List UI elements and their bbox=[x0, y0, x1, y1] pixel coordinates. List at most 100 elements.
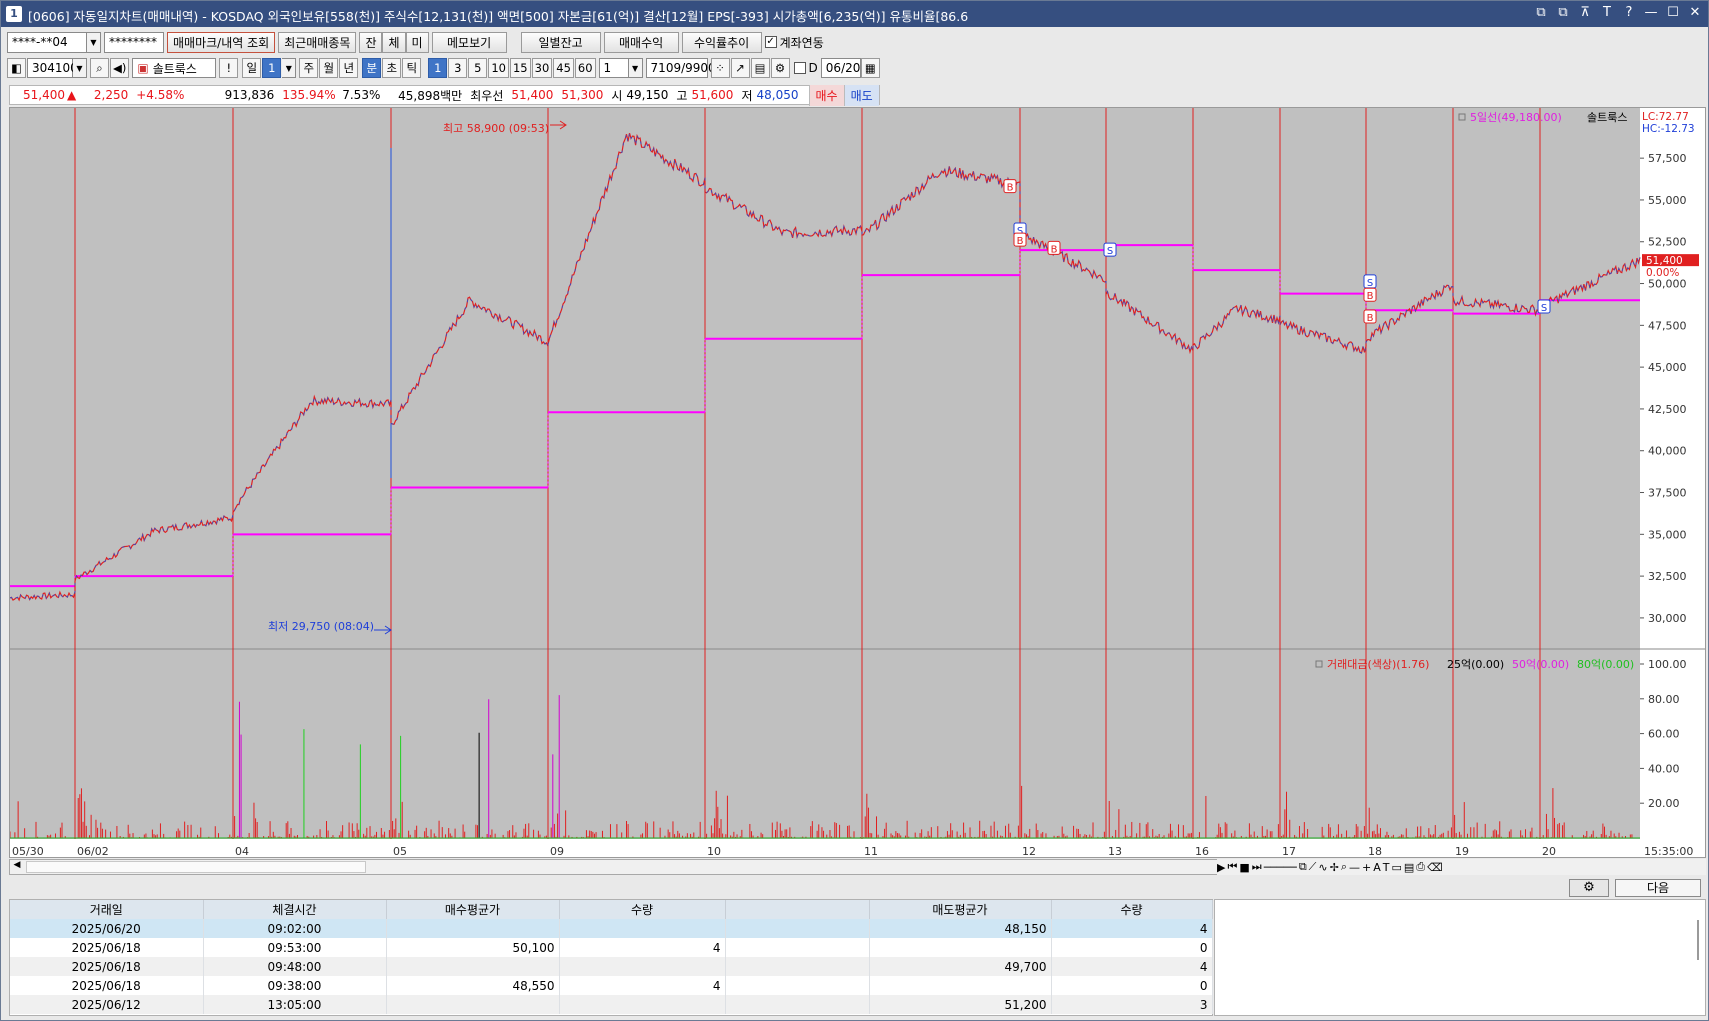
font-icon[interactable]: T bbox=[1600, 5, 1614, 20]
settings-button[interactable]: ⚙ bbox=[1569, 879, 1609, 897]
period-day-button[interactable]: 일 bbox=[242, 58, 262, 78]
checkbox-icon[interactable]: ✓ bbox=[764, 36, 777, 48]
close-icon[interactable]: ✕ bbox=[1688, 5, 1702, 20]
zoom-in-icon[interactable]: + bbox=[1362, 861, 1371, 874]
minute-3-button[interactable]: 3 bbox=[448, 58, 468, 78]
alert-button[interactable]: ! bbox=[219, 58, 239, 78]
table-row[interactable]: 2025/06/12 13:05:00 51,200 3 bbox=[10, 995, 1213, 1014]
maximize-icon[interactable]: ☐ bbox=[1666, 5, 1680, 20]
filled-button[interactable]: 체 bbox=[382, 31, 406, 53]
rewind-icon[interactable]: ⏮ bbox=[1227, 860, 1237, 874]
recent-trades-button[interactable]: 최근매매종목 bbox=[278, 31, 357, 53]
pin-icon[interactable]: ⊼ bbox=[1578, 5, 1592, 20]
box-tool-icon[interactable]: ▭ bbox=[1391, 861, 1401, 874]
save-icon[interactable]: ▤ bbox=[750, 58, 770, 78]
minute-1-button[interactable]: 1 bbox=[428, 58, 448, 78]
date-checkbox[interactable] bbox=[793, 62, 806, 74]
minute-45-button[interactable]: 45 bbox=[553, 58, 574, 78]
trade-profit-button[interactable]: 매매수익 bbox=[603, 31, 679, 53]
interval-input[interactable]: 1 bbox=[598, 58, 629, 78]
vertical-scrollbar[interactable] bbox=[1697, 920, 1699, 960]
table-row[interactable]: 2025/06/18 09:48:00 49,700 4 bbox=[10, 957, 1213, 976]
panel-icon[interactable]: ◧ bbox=[7, 58, 26, 78]
buy-button[interactable]: 매수 bbox=[808, 84, 844, 106]
layout-tool-icon[interactable]: ▤ bbox=[1404, 861, 1414, 874]
fast-forward-icon[interactable]: ⏭ bbox=[1252, 860, 1262, 874]
minute-60-button[interactable]: 60 bbox=[574, 58, 596, 78]
interval-dropdown-icon[interactable]: ▼ bbox=[628, 58, 643, 78]
line-tool-icon[interactable]: ───── bbox=[1264, 861, 1297, 874]
column-header[interactable] bbox=[725, 900, 870, 919]
table-row[interactable]: 2025/06/20 09:02:00 48,150 4 bbox=[10, 919, 1213, 938]
date-input[interactable]: 06/20 bbox=[820, 58, 861, 78]
scroll-left-icon[interactable]: ◀ bbox=[10, 860, 24, 874]
trade-marks-button[interactable]: 매매마크/내역 조회 bbox=[167, 31, 276, 53]
day-count-dropdown-icon[interactable]: ▼ bbox=[282, 58, 297, 78]
column-header[interactable]: 수량 bbox=[559, 900, 726, 919]
trend-tool-icon[interactable]: ⟋ bbox=[1309, 860, 1317, 874]
period-tick-button[interactable]: 틱 bbox=[402, 58, 422, 78]
memo-button[interactable]: 메모보기 bbox=[431, 31, 507, 53]
window-tile-icon[interactable]: ⧉ bbox=[1534, 5, 1548, 20]
day-count-input[interactable]: 1 bbox=[262, 58, 282, 78]
minute-5-button[interactable]: 5 bbox=[468, 58, 488, 78]
minute-15-button[interactable]: 15 bbox=[509, 58, 531, 78]
period-month-button[interactable]: 월 bbox=[319, 58, 339, 78]
column-header[interactable]: 거래일 bbox=[10, 900, 204, 919]
zoom-out-icon[interactable]: — bbox=[1349, 861, 1360, 874]
balance-button[interactable]: 잔 bbox=[359, 31, 383, 53]
daily-balance-button[interactable]: 일별잔고 bbox=[520, 31, 601, 53]
password-input[interactable]: ******** bbox=[104, 31, 164, 53]
scroll-right-icon[interactable]: ▶ bbox=[1217, 861, 1225, 874]
period-minute-button[interactable]: 분 bbox=[362, 58, 382, 78]
gear-icon[interactable]: ⚙ bbox=[770, 58, 790, 78]
price-chart[interactable]: 57,500 55,000 52,500 50,000 47,500 45,000 42,5… bbox=[10, 108, 1706, 858]
text-tool-icon[interactable]: A bbox=[1373, 861, 1381, 874]
table-row[interactable]: 2025/06/18 09:38:00 48,550 4 0 bbox=[10, 976, 1213, 995]
chart-area[interactable]: 57,500 55,000 52,500 50,000 47,500 45,000 42,5… bbox=[9, 107, 1706, 858]
window-title: [0606] 자동일지차트(매매내역) - KOSDAQ 외국인보유[558(천… bbox=[28, 9, 969, 24]
calendar-icon[interactable]: ▦ bbox=[860, 58, 880, 78]
stock-name-field[interactable]: ▣ 솔트룩스 bbox=[132, 58, 217, 78]
account-input[interactable]: ****-**04 bbox=[7, 31, 87, 53]
window-copy-icon[interactable]: ⧉ bbox=[1556, 5, 1570, 20]
minimize-icon[interactable]: — bbox=[1644, 5, 1658, 20]
help-icon[interactable]: ? bbox=[1622, 5, 1636, 20]
draw-icon[interactable]: ↗ bbox=[730, 58, 750, 78]
cross-tool-icon[interactable]: ✢ bbox=[1330, 861, 1339, 874]
table-cell bbox=[559, 957, 726, 976]
trade-history-table: 거래일 체결시간 매수평균가 수량 매도평균가 수량 2025/06/20 09:02:00… bbox=[9, 899, 1213, 1016]
erase-icon[interactable]: ⌫ bbox=[1427, 861, 1443, 874]
period-week-button[interactable]: 주 bbox=[299, 58, 319, 78]
code-dropdown-icon[interactable]: ▼ bbox=[73, 58, 87, 78]
horizontal-scrollbar[interactable]: ◀ bbox=[9, 859, 1279, 875]
stop-icon[interactable]: ■ bbox=[1239, 861, 1249, 874]
font-tool-icon[interactable]: T bbox=[1383, 861, 1390, 874]
speaker-icon[interactable]: ◀) bbox=[110, 58, 130, 78]
wave-tool-icon[interactable]: ∿ bbox=[1318, 861, 1327, 874]
profit-rate-button[interactable]: 수익률추이 bbox=[681, 31, 762, 53]
account-link-checkbox[interactable]: ✓ 계좌연동 bbox=[764, 34, 824, 51]
data-range-field[interactable]: 7109/9900 bbox=[645, 58, 716, 78]
next-button[interactable]: 다음 bbox=[1615, 879, 1701, 897]
table-cell: 2025/06/12 bbox=[10, 995, 204, 1014]
copy-tool-icon[interactable]: ⧉ bbox=[1299, 860, 1307, 874]
print-icon[interactable]: ⎙ bbox=[1416, 860, 1425, 874]
account-dropdown-icon[interactable]: ▼ bbox=[87, 31, 101, 53]
scatter-icon[interactable]: ⁘ bbox=[710, 58, 730, 78]
minute-30-button[interactable]: 30 bbox=[531, 58, 553, 78]
minute-10-button[interactable]: 10 bbox=[488, 58, 509, 78]
period-second-button[interactable]: 초 bbox=[382, 58, 402, 78]
unfilled-button[interactable]: 미 bbox=[405, 31, 429, 53]
column-header[interactable]: 수량 bbox=[1051, 900, 1213, 919]
period-year-button[interactable]: 년 bbox=[339, 58, 359, 78]
column-header[interactable]: 매도평균가 bbox=[869, 900, 1052, 919]
column-header[interactable]: 매수평균가 bbox=[386, 900, 560, 919]
search-icon[interactable]: ⌕ bbox=[90, 58, 109, 78]
sell-button[interactable]: 매도 bbox=[843, 84, 879, 106]
zoom-icon[interactable]: ⌕ bbox=[1341, 860, 1347, 874]
scroll-thumb[interactable] bbox=[26, 861, 366, 873]
column-header[interactable]: 체결시간 bbox=[203, 900, 387, 919]
table-row[interactable]: 2025/06/18 09:53:00 50,100 4 0 bbox=[10, 938, 1213, 957]
stock-code-input[interactable]: 304100 bbox=[27, 58, 78, 78]
